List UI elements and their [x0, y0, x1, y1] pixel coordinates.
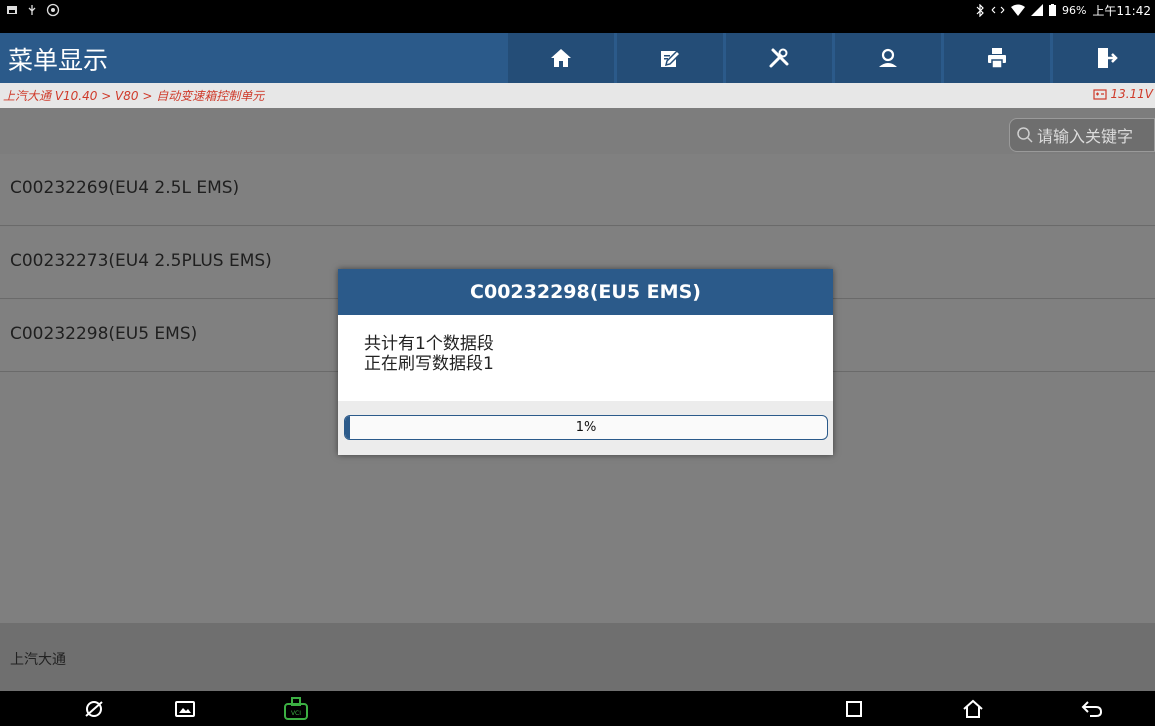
svg-text:VCI: VCI: [291, 710, 301, 717]
voltage-value: 13.11V: [1110, 87, 1153, 101]
battery-icon: [1048, 4, 1056, 16]
dialog-message-total: 共计有1个数据段: [364, 334, 494, 354]
browser-icon: [85, 701, 103, 717]
dialog-message-status: 正在刷写数据段1: [364, 354, 494, 374]
dialog-body: 共计有1个数据段 正在刷写数据段1: [338, 315, 833, 401]
status-right: 96% 上午11:42: [975, 1, 1151, 19]
breadcrumb: 上汽大通 V10.40 > V80 > 自动变速箱控制单元: [3, 89, 265, 103]
list-item-label: C00232273(EU4 2.5PLUS EMS): [10, 251, 272, 271]
breadcrumb-bar: 上汽大通 V10.40 > V80 > 自动变速箱控制单元 13.11V: [0, 83, 1155, 108]
screenshot-button[interactable]: [171, 695, 199, 723]
navigation-bar: VCI: [0, 691, 1155, 726]
wifi-icon: [1010, 4, 1025, 16]
progress-dialog: C00232298(EU5 EMS) 共计有1个数据段 正在刷写数据段1 1%: [338, 269, 833, 455]
battery-voltage-icon: [1093, 89, 1108, 100]
app-header: 菜单显示: [0, 33, 1155, 83]
dialog-title: C00232298(EU5 EMS): [338, 269, 833, 315]
status-bar: 96% 上午11:42: [0, 0, 1155, 33]
back-button[interactable]: [1078, 695, 1106, 723]
status-time: 上午11:42: [1092, 3, 1151, 18]
progress-bar: 1%: [344, 415, 828, 440]
footer-bar: 上汽大通: [0, 623, 1155, 691]
footer-brand: 上汽大通: [10, 652, 66, 668]
browser-button[interactable]: [80, 695, 108, 723]
list-item[interactable]: C00232269(EU4 2.5L EMS): [0, 154, 1155, 226]
vci-icon: VCI: [284, 697, 308, 720]
progress-percent: 1%: [575, 420, 597, 435]
page-title: 菜单显示: [8, 46, 109, 75]
signal-icon: [1030, 4, 1043, 16]
back-icon: [1081, 701, 1103, 717]
recent-apps-icon: [846, 701, 862, 717]
home-nav-icon: [963, 699, 983, 718]
recent-apps-button[interactable]: [840, 695, 868, 723]
search-input[interactable]: 请输入关键字: [1009, 118, 1155, 152]
search-placeholder: 请输入关键字: [1037, 127, 1134, 146]
progress-area: 1%: [338, 401, 833, 455]
home-nav-button[interactable]: [959, 695, 987, 723]
data-transfer-icon: [991, 6, 1005, 14]
vci-notification-icon: [46, 3, 60, 17]
battery-percent: 96%: [1061, 3, 1087, 17]
list-item-label: C00232298(EU5 EMS): [10, 324, 198, 344]
search-icon: [1017, 127, 1033, 143]
tools-button[interactable]: [726, 33, 832, 83]
voltage-readout: 13.11V: [1093, 87, 1153, 101]
print-icon: [988, 48, 1006, 69]
tools-icon: [769, 48, 789, 68]
toolbar: [508, 33, 1155, 83]
user-button[interactable]: [835, 33, 941, 83]
exit-icon: [1098, 48, 1118, 68]
edit-icon: [661, 49, 682, 67]
list-item-label: C00232269(EU4 2.5L EMS): [10, 178, 240, 198]
image-notification-icon: [7, 6, 17, 14]
exit-button[interactable]: [1053, 33, 1155, 83]
edit-button[interactable]: [617, 33, 723, 83]
status-left: [6, 2, 60, 18]
home-icon: [551, 49, 571, 67]
user-icon: [879, 48, 897, 67]
vci-button[interactable]: VCI: [282, 695, 310, 723]
bluetooth-icon: [976, 3, 984, 17]
gallery-icon: [175, 701, 195, 717]
print-button[interactable]: [944, 33, 1050, 83]
usb-icon: [28, 5, 36, 15]
search-bar: 请输入关键字: [0, 108, 1155, 154]
home-button[interactable]: [508, 33, 614, 83]
